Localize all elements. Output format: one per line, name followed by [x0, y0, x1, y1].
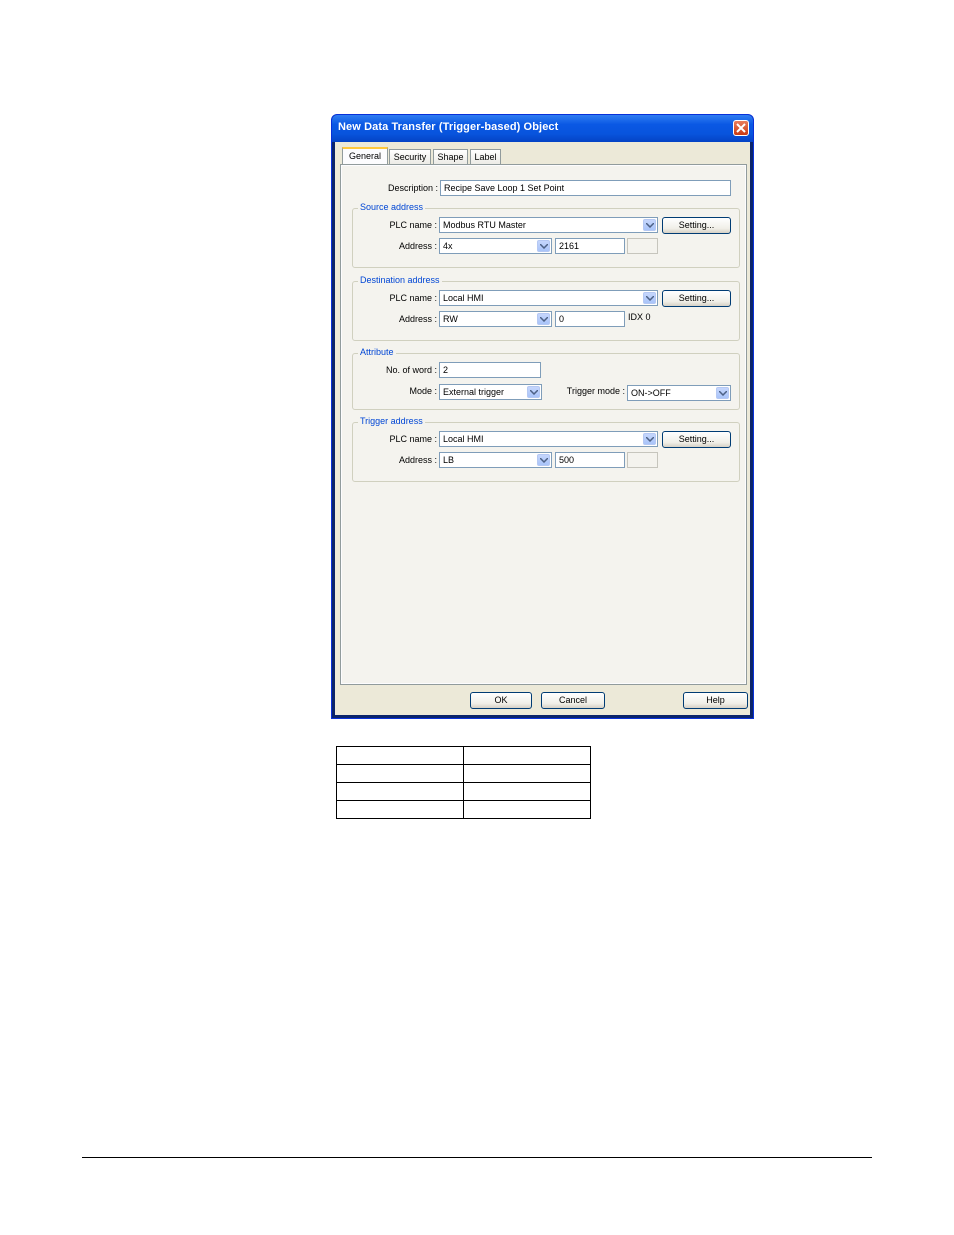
title-bar[interactable]: New Data Transfer (Trigger-based) Object — [332, 115, 753, 142]
table-cell — [463, 782, 591, 801]
footer-divider — [82, 1157, 872, 1158]
source-setting-button[interactable]: Setting... — [662, 217, 731, 234]
tab-security[interactable]: Security — [389, 149, 431, 164]
mode-value: External trigger — [443, 387, 505, 397]
source-plc-label: PLC name : — [389, 220, 437, 230]
table-row — [336, 764, 591, 783]
tab-label: General — [348, 151, 382, 161]
chevron-down-icon[interactable] — [643, 292, 656, 304]
trigger-address-type-select[interactable]: LB — [439, 452, 552, 468]
trigger-address-type-value: LB — [443, 455, 455, 465]
table-cell — [336, 782, 464, 801]
description-input[interactable]: Recipe Save Loop 1 Set Point — [440, 180, 731, 196]
table-row — [336, 800, 591, 819]
trigger-address-title: Trigger address — [358, 416, 425, 426]
chevron-down-icon[interactable] — [537, 313, 550, 325]
close-button[interactable] — [733, 120, 749, 136]
table-cell — [463, 800, 591, 819]
source-address-group: Source address PLC name : Modbus RTU Mas… — [352, 202, 740, 268]
destination-address-title: Destination address — [358, 275, 442, 285]
destination-address-input[interactable]: 0 — [555, 311, 625, 327]
table-cell — [463, 746, 591, 765]
words-label: No. of word : — [385, 365, 437, 375]
trigger-address-extra — [627, 452, 658, 468]
destination-setting-button[interactable]: Setting... — [662, 290, 731, 307]
table-row — [336, 746, 591, 765]
window-title: New Data Transfer (Trigger-based) Object — [338, 121, 559, 133]
destination-address-label: Address : — [398, 314, 437, 324]
tab-label: Security — [393, 152, 427, 162]
mode-select[interactable]: External trigger — [439, 384, 542, 400]
table-row — [336, 782, 591, 801]
close-icon — [736, 123, 746, 133]
source-address-type-select[interactable]: 4x — [439, 238, 552, 254]
destination-address-type-value: RW — [443, 314, 458, 324]
mode-label: Mode : — [409, 386, 437, 396]
trigger-setting-button[interactable]: Setting... — [662, 431, 731, 448]
table-cell — [336, 746, 464, 765]
source-plc-select[interactable]: Modbus RTU Master — [439, 217, 658, 233]
tab-label[interactable]: Label — [470, 149, 501, 164]
source-plc-value: Modbus RTU Master — [443, 220, 526, 230]
chevron-down-icon[interactable] — [643, 219, 656, 231]
ok-button[interactable]: OK — [470, 692, 532, 709]
table-cell — [336, 800, 464, 819]
tab-general[interactable]: General — [342, 147, 388, 165]
dialog-client: General Security Shape Label Description… — [335, 142, 750, 715]
source-address-label: Address : — [398, 241, 437, 251]
tab-label: Shape — [437, 152, 464, 162]
attribute-group: Attribute No. of word : 2 Mode : Externa… — [352, 347, 740, 410]
source-address-type-value: 4x — [443, 241, 453, 251]
help-button[interactable]: Help — [683, 692, 748, 709]
destination-address-type-select[interactable]: RW — [439, 311, 552, 327]
trigger-plc-select[interactable]: Local HMI — [439, 431, 658, 447]
chevron-down-icon[interactable] — [537, 454, 550, 466]
table-cell — [336, 764, 464, 783]
general-panel: Description : Recipe Save Loop 1 Set Poi… — [340, 164, 747, 685]
tab-label-text: Label — [474, 152, 497, 162]
words-input[interactable]: 2 — [439, 362, 541, 378]
trigger-mode-label: Trigger mode : — [566, 386, 625, 396]
cancel-button[interactable]: Cancel — [541, 692, 605, 709]
description-label: Description : — [387, 183, 438, 193]
chevron-down-icon[interactable] — [643, 433, 656, 445]
trigger-mode-select[interactable]: ON->OFF — [627, 385, 731, 401]
source-address-extra — [627, 238, 658, 254]
chevron-down-icon[interactable] — [716, 387, 729, 399]
table-cell — [463, 764, 591, 783]
chevron-down-icon[interactable] — [537, 240, 550, 252]
empty-table — [336, 746, 591, 819]
trigger-address-input[interactable]: 500 — [555, 452, 625, 468]
destination-plc-label: PLC name : — [389, 293, 437, 303]
source-address-input[interactable]: 2161 — [555, 238, 625, 254]
trigger-address-group: Trigger address PLC name : Local HMI Set… — [352, 416, 740, 482]
destination-address-group: Destination address PLC name : Local HMI… — [352, 275, 740, 341]
tab-shape[interactable]: Shape — [433, 149, 468, 164]
source-address-title: Source address — [358, 202, 426, 212]
trigger-mode-value: ON->OFF — [631, 388, 671, 398]
destination-plc-select[interactable]: Local HMI — [439, 290, 658, 306]
destination-plc-value: Local HMI — [443, 293, 484, 303]
idx-label: IDX 0 — [628, 312, 651, 322]
attribute-title: Attribute — [358, 347, 396, 357]
trigger-plc-label: PLC name : — [389, 434, 437, 444]
trigger-address-label: Address : — [398, 455, 437, 465]
dialog-window: New Data Transfer (Trigger-based) Object… — [331, 114, 754, 719]
chevron-down-icon[interactable] — [527, 386, 540, 398]
trigger-plc-value: Local HMI — [443, 434, 484, 444]
